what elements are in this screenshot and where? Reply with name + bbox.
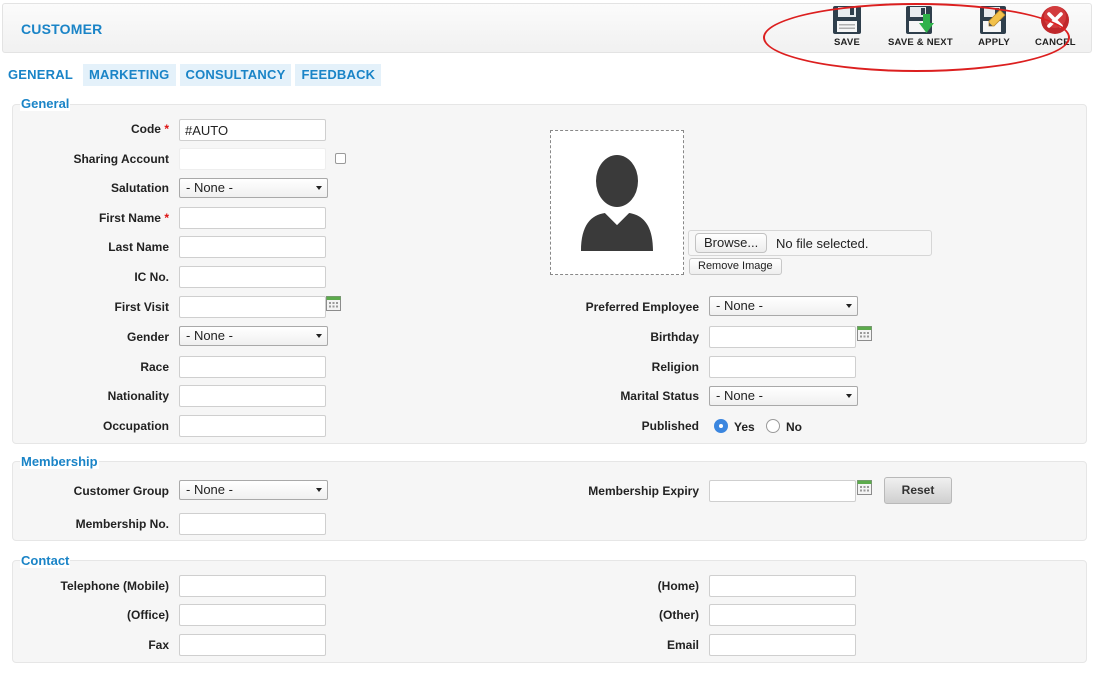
customer-group-value: - None - [186, 482, 233, 497]
ic-no-label: IC No. [134, 270, 169, 284]
cancel-label: CANCEL [1035, 37, 1076, 48]
photo-frame [550, 130, 684, 275]
sharing-account-label: Sharing Account [73, 152, 169, 166]
fax-label: Fax [148, 638, 169, 652]
tab-feedback[interactable]: FEEDBACK [295, 64, 382, 86]
calendar-icon[interactable] [857, 326, 872, 341]
salutation-value: - None - [186, 180, 233, 195]
marital-status-label: Marital Status [620, 389, 699, 403]
telephone-mobile-label: Telephone (Mobile) [60, 579, 169, 593]
religion-input[interactable] [709, 356, 856, 378]
first-name-label: First Name * [98, 211, 169, 225]
customer-group-label: Customer Group [73, 484, 169, 498]
gender-value: - None - [186, 328, 233, 343]
occupation-input[interactable] [179, 415, 326, 437]
first-visit-input[interactable] [179, 296, 326, 318]
birthday-input[interactable] [709, 326, 856, 348]
membership-section-title: Membership [20, 454, 99, 469]
floppy-pencil-icon [980, 6, 1006, 34]
published-label: Published [641, 419, 699, 433]
code-input[interactable] [179, 119, 326, 141]
telephone-other-label: (Other) [659, 608, 699, 622]
salutation-label: Salutation [110, 181, 169, 195]
telephone-mobile-input[interactable] [179, 575, 326, 597]
save-button[interactable]: SAVE [831, 4, 863, 48]
cancel-button[interactable]: CANCEL [1035, 4, 1076, 48]
floppy-disk-icon [833, 6, 861, 34]
preferred-employee-value: - None - [716, 298, 763, 313]
telephone-office-label: (Office) [127, 608, 169, 622]
telephone-office-input[interactable] [179, 604, 326, 626]
last-name-label: Last Name [108, 240, 169, 254]
preferred-employee-label: Preferred Employee [585, 300, 699, 314]
reset-button[interactable]: Reset [884, 477, 952, 504]
preferred-employee-select[interactable]: - None - [709, 296, 858, 316]
occupation-label: Occupation [102, 419, 169, 433]
save-and-next-button[interactable]: SAVE & NEXT [888, 4, 953, 48]
race-label: Race [140, 360, 169, 374]
contact-section [12, 560, 1087, 663]
chevron-down-icon [313, 180, 326, 196]
ic-no-input[interactable] [179, 266, 326, 288]
page-title: CUSTOMER [21, 21, 103, 37]
first-name-input[interactable] [179, 207, 326, 229]
chevron-down-icon [843, 298, 856, 314]
marital-status-value: - None - [716, 388, 763, 403]
published-yes-label: Yes [734, 420, 755, 434]
race-input[interactable] [179, 356, 326, 378]
telephone-home-input[interactable] [709, 575, 856, 597]
tab-marketing[interactable]: MARKETING [82, 64, 176, 86]
remove-image-button[interactable]: Remove Image [689, 258, 782, 275]
membership-no-label: Membership No. [75, 517, 169, 531]
contact-section-title: Contact [20, 553, 71, 568]
gender-select[interactable]: - None - [179, 326, 328, 346]
calendar-icon[interactable] [857, 480, 872, 495]
save-and-next-label: SAVE & NEXT [888, 37, 953, 48]
telephone-other-input[interactable] [709, 604, 856, 626]
apply-button[interactable]: APPLY [978, 4, 1010, 48]
nationality-input[interactable] [179, 385, 326, 407]
floppy-arrow-icon [906, 6, 935, 34]
save-label: SAVE [834, 37, 860, 48]
marital-status-select[interactable]: - None - [709, 386, 858, 406]
gender-label: Gender [126, 330, 169, 344]
apply-label: APPLY [978, 37, 1010, 48]
published-yes-radio[interactable] [714, 419, 728, 433]
last-name-input[interactable] [179, 236, 326, 258]
browse-button[interactable]: Browse... [695, 233, 768, 253]
membership-no-input[interactable] [179, 513, 326, 535]
file-status: No file selected. [776, 236, 869, 251]
chevron-down-icon [313, 482, 326, 498]
membership-expiry-input[interactable] [709, 480, 856, 502]
salutation-select[interactable]: - None - [179, 178, 328, 198]
file-upload: Browse... No file selected. [688, 230, 932, 256]
birthday-label: Birthday [650, 330, 699, 344]
tab-general[interactable]: GENERAL [2, 64, 79, 86]
tab-bar: GENERAL MARKETING CONSULTANCY FEEDBACK [2, 64, 382, 86]
sharing-account-checkbox[interactable] [335, 153, 346, 164]
chevron-down-icon [843, 388, 856, 404]
general-section-title: General [20, 96, 71, 111]
avatar-placeholder-icon [581, 155, 653, 251]
published-no-radio[interactable] [766, 419, 780, 433]
tab-consultancy[interactable]: CONSULTANCY [179, 64, 292, 86]
email-label: Email [666, 638, 699, 652]
calendar-icon[interactable] [326, 296, 341, 311]
sharing-account-input[interactable] [179, 148, 326, 170]
fax-input[interactable] [179, 634, 326, 656]
chevron-down-icon [313, 328, 326, 344]
cancel-icon [1041, 6, 1070, 34]
telephone-home-label: (Home) [657, 579, 699, 593]
code-label: Code * [130, 122, 169, 136]
religion-label: Religion [651, 360, 699, 374]
email-input[interactable] [709, 634, 856, 656]
published-no-label: No [786, 420, 802, 434]
customer-group-select[interactable]: - None - [179, 480, 328, 500]
nationality-label: Nationality [107, 389, 169, 403]
membership-expiry-label: Membership Expiry [588, 484, 699, 498]
first-visit-label: First Visit [114, 300, 169, 314]
